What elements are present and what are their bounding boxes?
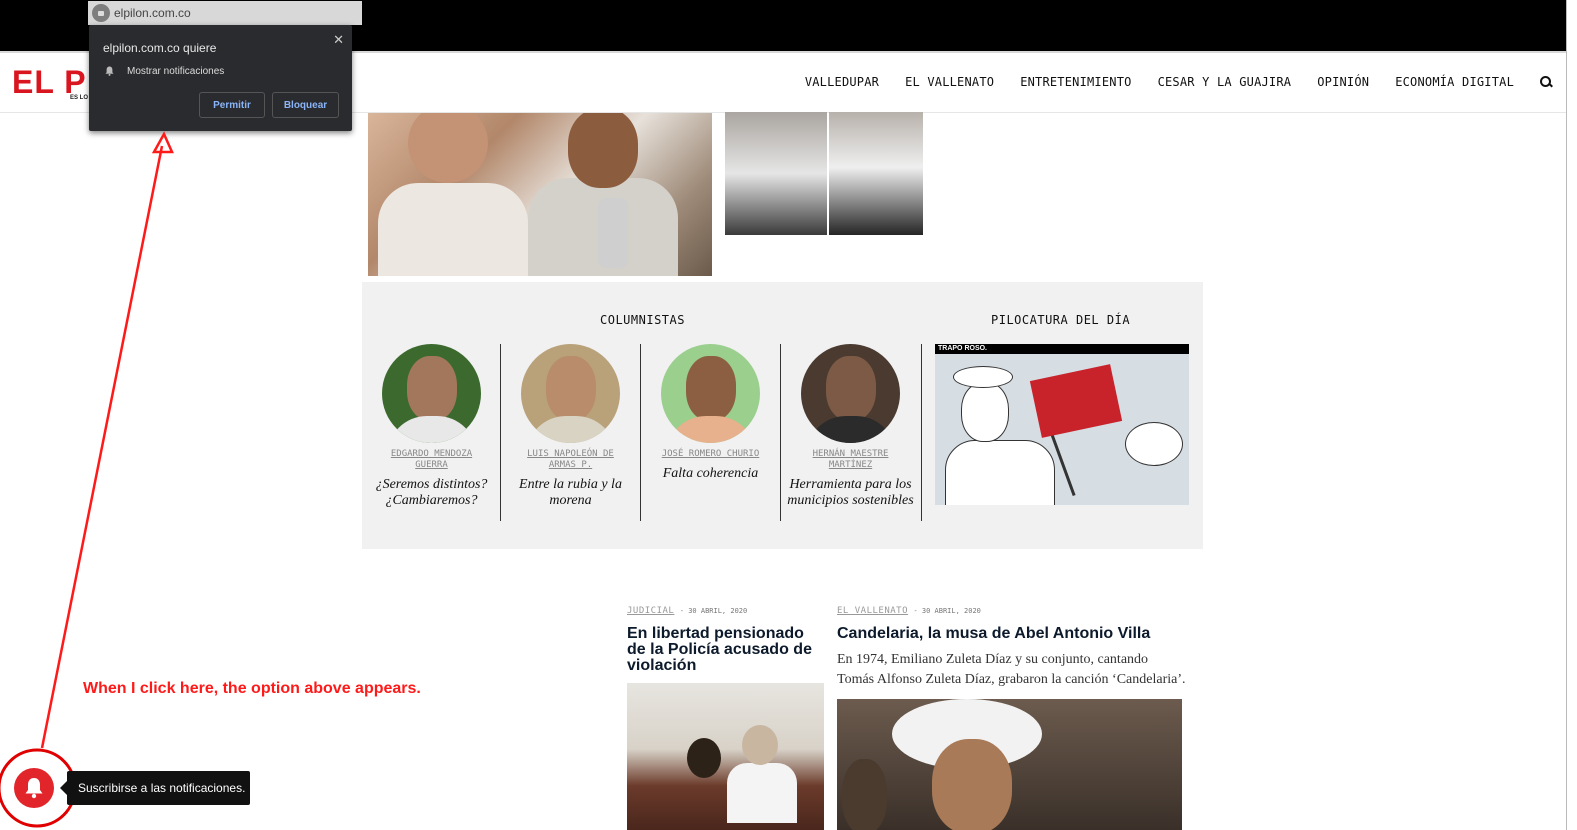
news-description: En 1974, Emiliano Zuleta Díaz y su conju… (837, 652, 1186, 687)
columnist-card[interactable]: LUIS NAPOLEÓN DE ARMAS P. Entre la rubia… (501, 344, 640, 509)
avatar[interactable] (801, 344, 900, 443)
news-category[interactable]: JUDICIAL (627, 606, 674, 616)
allow-button[interactable]: Permitir (199, 92, 265, 118)
cartoon-shape (961, 382, 1009, 442)
cartoon-shape (945, 440, 1055, 505)
popup-title: elpilon.com.co quiere (103, 41, 217, 55)
permission-label: Mostrar notificaciones (127, 66, 225, 77)
columnist-name[interactable]: HERNÁN MAESTRE MARTÍNEZ (781, 449, 920, 471)
window-edge (1566, 0, 1577, 830)
avatar[interactable] (382, 344, 481, 443)
arrow-head (151, 131, 174, 154)
news-meta: EL VALLENATO - 30 ABRIL, 2020 (837, 606, 981, 616)
nav-item-valledupar[interactable]: VALLEDUPAR (805, 75, 879, 89)
photo-shape (727, 763, 797, 823)
notification-permission-popup: elpilon.com.co quiere ✕ Mostrar notifica… (89, 25, 352, 131)
photo-shape (742, 725, 778, 765)
columnist-card[interactable]: HERNÁN MAESTRE MARTÍNEZ Herramienta para… (781, 344, 920, 509)
column-title[interactable]: Herramienta para los municipios sostenib… (781, 477, 920, 509)
nav-item-economia-digital[interactable]: ECONOMÍA DIGITAL (1395, 75, 1514, 89)
avatar-body (387, 416, 477, 443)
columnist-name[interactable]: EDGARDO MENDOZA GUERRA (362, 449, 501, 471)
column-title[interactable]: Entre la rubia y la morena (501, 477, 640, 509)
bell-icon (105, 66, 114, 76)
opinion-panel: COLUMNISTAS PILOCATURA DEL DÍA EDGARDO M… (362, 282, 1203, 549)
cartoon-speech-bubble (1125, 422, 1183, 466)
news-photo-judicial[interactable] (627, 683, 824, 830)
avatar-body (526, 416, 616, 443)
photo-shape (932, 739, 1012, 830)
news-meta: JUDICIAL - 30 ABRIL, 2020 (627, 606, 748, 616)
avatar[interactable] (521, 344, 620, 443)
columnist-name[interactable]: JOSÉ ROMERO CHURIO (641, 449, 780, 460)
sewing-photo-left[interactable] (725, 112, 827, 235)
bell-icon (25, 778, 43, 799)
main-nav: VALLEDUPAR EL VALLENATO ENTRETENIMIENTO … (805, 75, 1552, 89)
news-date: 30 ABRIL, 2020 (921, 607, 981, 615)
url-text: elpilon.com.co (114, 6, 191, 20)
annotation-text: When I click here, the option above appe… (83, 680, 421, 697)
columnists-heading: COLUMNISTAS (600, 313, 685, 327)
news-title[interactable]: Candelaria, la musa de Abel Antonio Vill… (837, 626, 1187, 642)
nav-item-el-vallenato[interactable]: EL VALLENATO (905, 75, 994, 89)
photo-shape (408, 113, 488, 183)
daily-cartoon[interactable]: TRAPO ROSO. (935, 344, 1189, 505)
block-button[interactable]: Bloquear (272, 92, 339, 118)
avatar-face (826, 356, 876, 421)
logo-tagline: ES LO (70, 95, 89, 101)
photo-shape (842, 759, 887, 830)
cartoon-strip-label: TRAPO ROSO. (935, 344, 1189, 354)
avatar-body (666, 416, 756, 443)
feature-photo[interactable] (368, 113, 712, 276)
news-category[interactable]: EL VALLENATO (837, 606, 908, 616)
avatar-face (546, 356, 596, 421)
avatar-face (407, 356, 457, 421)
column-title[interactable]: ¿Seremos distintos? ¿Cambiaremos? (362, 477, 501, 509)
photo-shape (598, 198, 628, 268)
photo-shape (568, 113, 638, 188)
address-bar[interactable]: elpilon.com.co (88, 1, 362, 25)
annotation-arrow (40, 145, 164, 749)
subscribe-tooltip: Suscribirse a las notificaciones. (60, 771, 250, 805)
search-icon[interactable] (1540, 76, 1552, 88)
news-card-judicial: JUDICIAL - 30 ABRIL, 2020 En libertad pe… (627, 606, 827, 674)
close-icon[interactable]: ✕ (333, 32, 344, 48)
divider (921, 344, 922, 521)
news-title[interactable]: En libertad pensionado de la Policía acu… (627, 626, 827, 674)
photo-shape (378, 183, 528, 276)
cartoon-shape (953, 366, 1013, 388)
sewing-photo-right[interactable] (829, 112, 923, 235)
subscribe-bell-button[interactable] (14, 768, 54, 808)
news-date: 30 ABRIL, 2020 (688, 607, 748, 615)
nav-item-cesar-guajira[interactable]: CESAR Y LA GUAJIRA (1158, 75, 1292, 89)
avatar-body (806, 416, 896, 443)
nav-item-opinion[interactable]: OPINIÓN (1317, 75, 1369, 89)
avatar[interactable] (661, 344, 760, 443)
nav-item-entretenimiento[interactable]: ENTRETENIMIENTO (1020, 75, 1131, 89)
columnist-name[interactable]: LUIS NAPOLEÓN DE ARMAS P. (501, 449, 640, 471)
column-title[interactable]: Falta coherencia (641, 466, 780, 482)
columnist-card[interactable]: EDGARDO MENDOZA GUERRA ¿Seremos distinto… (362, 344, 501, 509)
avatar-face (686, 356, 736, 421)
cartoon-flag (1029, 364, 1123, 438)
news-photo-vallenato[interactable] (837, 699, 1182, 830)
news-card-vallenato: EL VALLENATO - 30 ABRIL, 2020 Candelaria… (837, 606, 1187, 690)
lock-icon[interactable] (92, 4, 110, 22)
pilocatura-heading: PILOCATURA DEL DÍA (991, 313, 1131, 327)
columnist-card[interactable]: JOSÉ ROMERO CHURIO Falta coherencia (641, 344, 780, 482)
photo-shape (687, 738, 721, 778)
